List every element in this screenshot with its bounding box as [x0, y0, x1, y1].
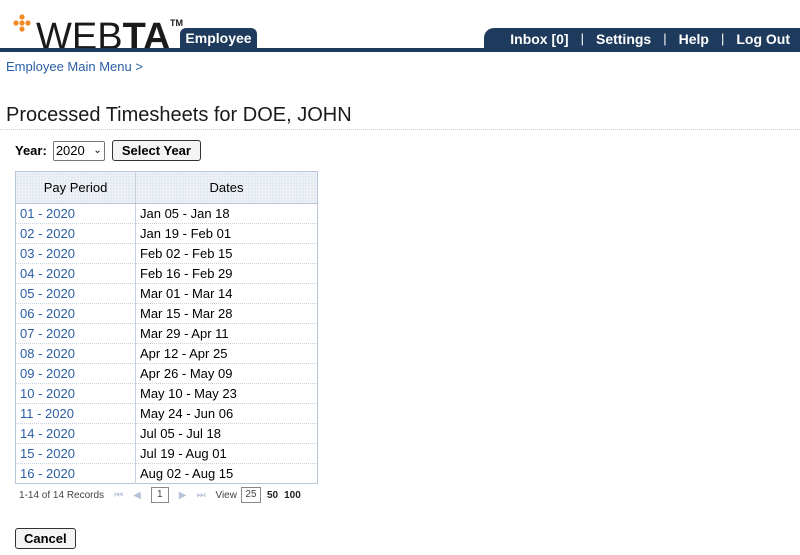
pay-period-link[interactable]: 14 - 2020	[15, 423, 136, 444]
table-row: 16 - 2020 Aug 02 - Aug 15	[15, 463, 318, 484]
year-select-value: 2020	[55, 143, 85, 158]
table-row: 04 - 2020 Feb 16 - Feb 29	[15, 263, 318, 284]
help-link[interactable]: Help	[669, 31, 719, 47]
table-row: 14 - 2020 Jul 05 - Jul 18	[15, 423, 318, 444]
pay-period-link[interactable]: 05 - 2020	[15, 283, 136, 304]
pay-period-dates: Apr 12 - Apr 25	[135, 343, 318, 364]
timesheets-table: Pay Period Dates 01 - 2020 Jan 05 - Jan 1…	[15, 171, 318, 484]
table-row: 02 - 2020 Jan 19 - Feb 01	[15, 223, 318, 244]
cancel-button[interactable]: Cancel	[15, 528, 76, 549]
table-row: 11 - 2020 May 24 - Jun 06	[15, 403, 318, 424]
pay-period-dates: May 24 - Jun 06	[135, 403, 318, 424]
logo-trademark: TM	[170, 18, 183, 28]
pay-period-link[interactable]: 11 - 2020	[15, 403, 136, 424]
pay-period-link[interactable]: 04 - 2020	[15, 263, 136, 284]
pay-period-dates: Mar 01 - Mar 14	[135, 283, 318, 304]
column-header-dates[interactable]: Dates	[135, 171, 318, 204]
pay-period-dates: Mar 15 - Mar 28	[135, 303, 318, 324]
last-page-icon[interactable]: ⏭	[196, 490, 205, 501]
year-label: Year:	[15, 143, 47, 158]
pay-period-dates: May 10 - May 23	[135, 383, 318, 404]
pay-period-link[interactable]: 15 - 2020	[15, 443, 136, 464]
pay-period-dates: Feb 02 - Feb 15	[135, 243, 318, 264]
table-row: 06 - 2020 Mar 15 - Mar 28	[15, 303, 318, 324]
pay-period-link[interactable]: 06 - 2020	[15, 303, 136, 324]
pay-period-link[interactable]: 09 - 2020	[15, 363, 136, 384]
table-row: 09 - 2020 Apr 26 - May 09	[15, 363, 318, 384]
table-row: 03 - 2020 Feb 02 - Feb 15	[15, 243, 318, 264]
view-option-50[interactable]: 50	[267, 490, 278, 501]
pay-period-dates: Jul 19 - Aug 01	[135, 443, 318, 464]
inbox-link[interactable]: Inbox [0]	[500, 31, 578, 47]
next-page-icon[interactable]: ▶	[179, 490, 187, 501]
chevron-down-icon: ⌄	[93, 145, 102, 156]
employee-tab[interactable]: Employee	[180, 28, 257, 49]
table-row: 10 - 2020 May 10 - May 23	[15, 383, 318, 404]
current-page-box[interactable]: 1	[150, 487, 169, 503]
table-row: 08 - 2020 Apr 12 - Apr 25	[15, 343, 318, 364]
pay-period-link[interactable]: 10 - 2020	[15, 383, 136, 404]
pay-period-link[interactable]: 07 - 2020	[15, 323, 136, 344]
pay-period-dates: Jan 05 - Jan 18	[135, 203, 318, 224]
breadcrumb[interactable]: Employee Main Menu >	[6, 59, 143, 74]
page-title: Processed Timesheets for DOE, JOHN	[6, 104, 352, 126]
header-bar	[0, 48, 800, 52]
year-filter: Year: 2020 ⌄ Select Year	[15, 140, 201, 161]
year-select[interactable]: 2020 ⌄	[52, 140, 105, 161]
webta-logo: WEBTA TM	[8, 6, 183, 56]
table-pager: 1-14 of 14 Records ⏮ ◀ 1 ▶ ⏭ View 25 50 …	[15, 485, 318, 505]
pay-period-link[interactable]: 02 - 2020	[15, 223, 136, 244]
records-count: 1-14 of 14 Records	[19, 489, 105, 501]
app-header: WEBTA TM Employee Inbox [0] | Settings |…	[0, 0, 800, 56]
pay-period-dates: Mar 29 - Apr 11	[135, 323, 318, 344]
nav-separator: |	[720, 31, 725, 46]
table-row: 15 - 2020 Jul 19 - Aug 01	[15, 443, 318, 464]
select-year-button[interactable]: Select Year	[111, 140, 201, 161]
pay-period-link[interactable]: 01 - 2020	[15, 203, 136, 224]
table-row: 07 - 2020 Mar 29 - Apr 11	[15, 323, 318, 344]
pay-period-dates: Jul 05 - Jul 18	[135, 423, 318, 444]
view-option-25[interactable]: 25	[240, 487, 261, 503]
pay-period-dates: Jan 19 - Feb 01	[135, 223, 318, 244]
pay-period-link[interactable]: 16 - 2020	[15, 463, 136, 484]
nav-separator: |	[663, 31, 667, 46]
settings-link[interactable]: Settings	[586, 31, 661, 47]
table-row: 05 - 2020 Mar 01 - Mar 14	[15, 283, 318, 304]
table-header-row: Pay Period Dates	[15, 171, 318, 204]
title-divider	[0, 129, 800, 130]
nav-separator: |	[580, 31, 584, 46]
logout-link[interactable]: Log Out	[726, 31, 800, 47]
pay-period-link[interactable]: 08 - 2020	[15, 343, 136, 364]
table-row: 01 - 2020 Jan 05 - Jan 18	[15, 203, 318, 224]
column-header-pay-period[interactable]: Pay Period	[15, 171, 136, 204]
top-nav: Inbox [0] | Settings | Help | Log Out	[484, 28, 800, 49]
view-label: View	[215, 489, 237, 501]
first-page-icon[interactable]: ⏮	[114, 490, 123, 501]
timesheets-table-body: 01 - 2020 Jan 05 - Jan 18 02 - 2020 Jan 19 …	[15, 203, 318, 484]
pay-period-dates: Apr 26 - May 09	[135, 363, 318, 384]
logo-dots-icon	[13, 14, 31, 32]
pay-period-dates: Aug 02 - Aug 15	[135, 463, 318, 484]
prev-page-icon[interactable]: ◀	[133, 490, 141, 501]
pay-period-link[interactable]: 03 - 2020	[15, 243, 136, 264]
pay-period-dates: Feb 16 - Feb 29	[135, 263, 318, 284]
view-option-100[interactable]: 100	[284, 490, 301, 501]
